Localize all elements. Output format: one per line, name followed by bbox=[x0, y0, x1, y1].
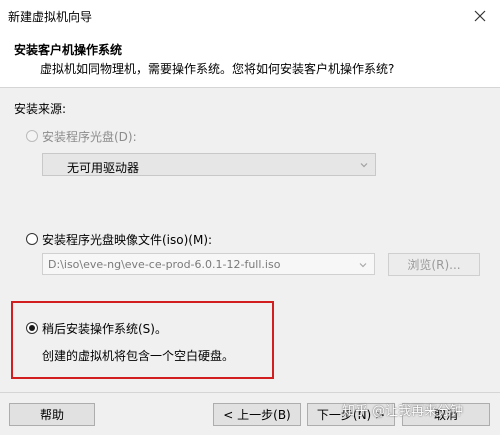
help-button[interactable]: 帮助 bbox=[9, 403, 95, 426]
page-title: 安装客户机操作系统 bbox=[14, 43, 123, 57]
highlight-box bbox=[11, 301, 274, 379]
install-later-label: 稍后安装操作系统(S)。 bbox=[42, 322, 167, 336]
close-button[interactable] bbox=[460, 0, 500, 32]
disc-option-label: 安装程序光盘(D): bbox=[42, 130, 137, 144]
footer-divider bbox=[0, 392, 500, 393]
chevron-down-icon bbox=[360, 163, 368, 168]
drive-select-value: 无可用驱动器 bbox=[67, 161, 140, 175]
drive-select[interactable]: 无可用驱动器 bbox=[42, 153, 376, 176]
watermark: 知乎 @让我再来分钟 bbox=[342, 404, 464, 419]
iso-radio[interactable] bbox=[26, 233, 38, 245]
window-title: 新建虚拟机向导 bbox=[8, 10, 93, 24]
install-source-label: 安装来源: bbox=[14, 102, 67, 116]
iso-option-label: 安装程序光盘映像文件(iso)(M): bbox=[42, 233, 213, 247]
install-later-radio[interactable] bbox=[26, 322, 38, 334]
back-button[interactable]: < 上一步(B) bbox=[213, 403, 301, 426]
page-subtitle: 虚拟机如同物理机，需要操作系统。您将如何安装客户机操作系统? bbox=[40, 62, 395, 76]
browse-button[interactable]: 浏览(R)... bbox=[388, 253, 480, 276]
wizard-header: 安装客户机操作系统 虚拟机如同物理机，需要操作系统。您将如何安装客户机操作系统? bbox=[0, 32, 500, 88]
window-titlebar: 新建虚拟机向导 bbox=[0, 0, 500, 32]
iso-path-combo[interactable]: D:\iso\eve-ng\eve-ce-prod-6.0.1-12-full.… bbox=[42, 253, 375, 275]
chevron-down-icon bbox=[359, 263, 367, 268]
iso-path-value: D:\iso\eve-ng\eve-ce-prod-6.0.1-12-full.… bbox=[48, 258, 281, 271]
disc-radio[interactable] bbox=[26, 130, 38, 142]
install-later-description: 创建的虚拟机将包含一个空白硬盘。 bbox=[42, 349, 235, 363]
close-icon bbox=[474, 10, 486, 22]
